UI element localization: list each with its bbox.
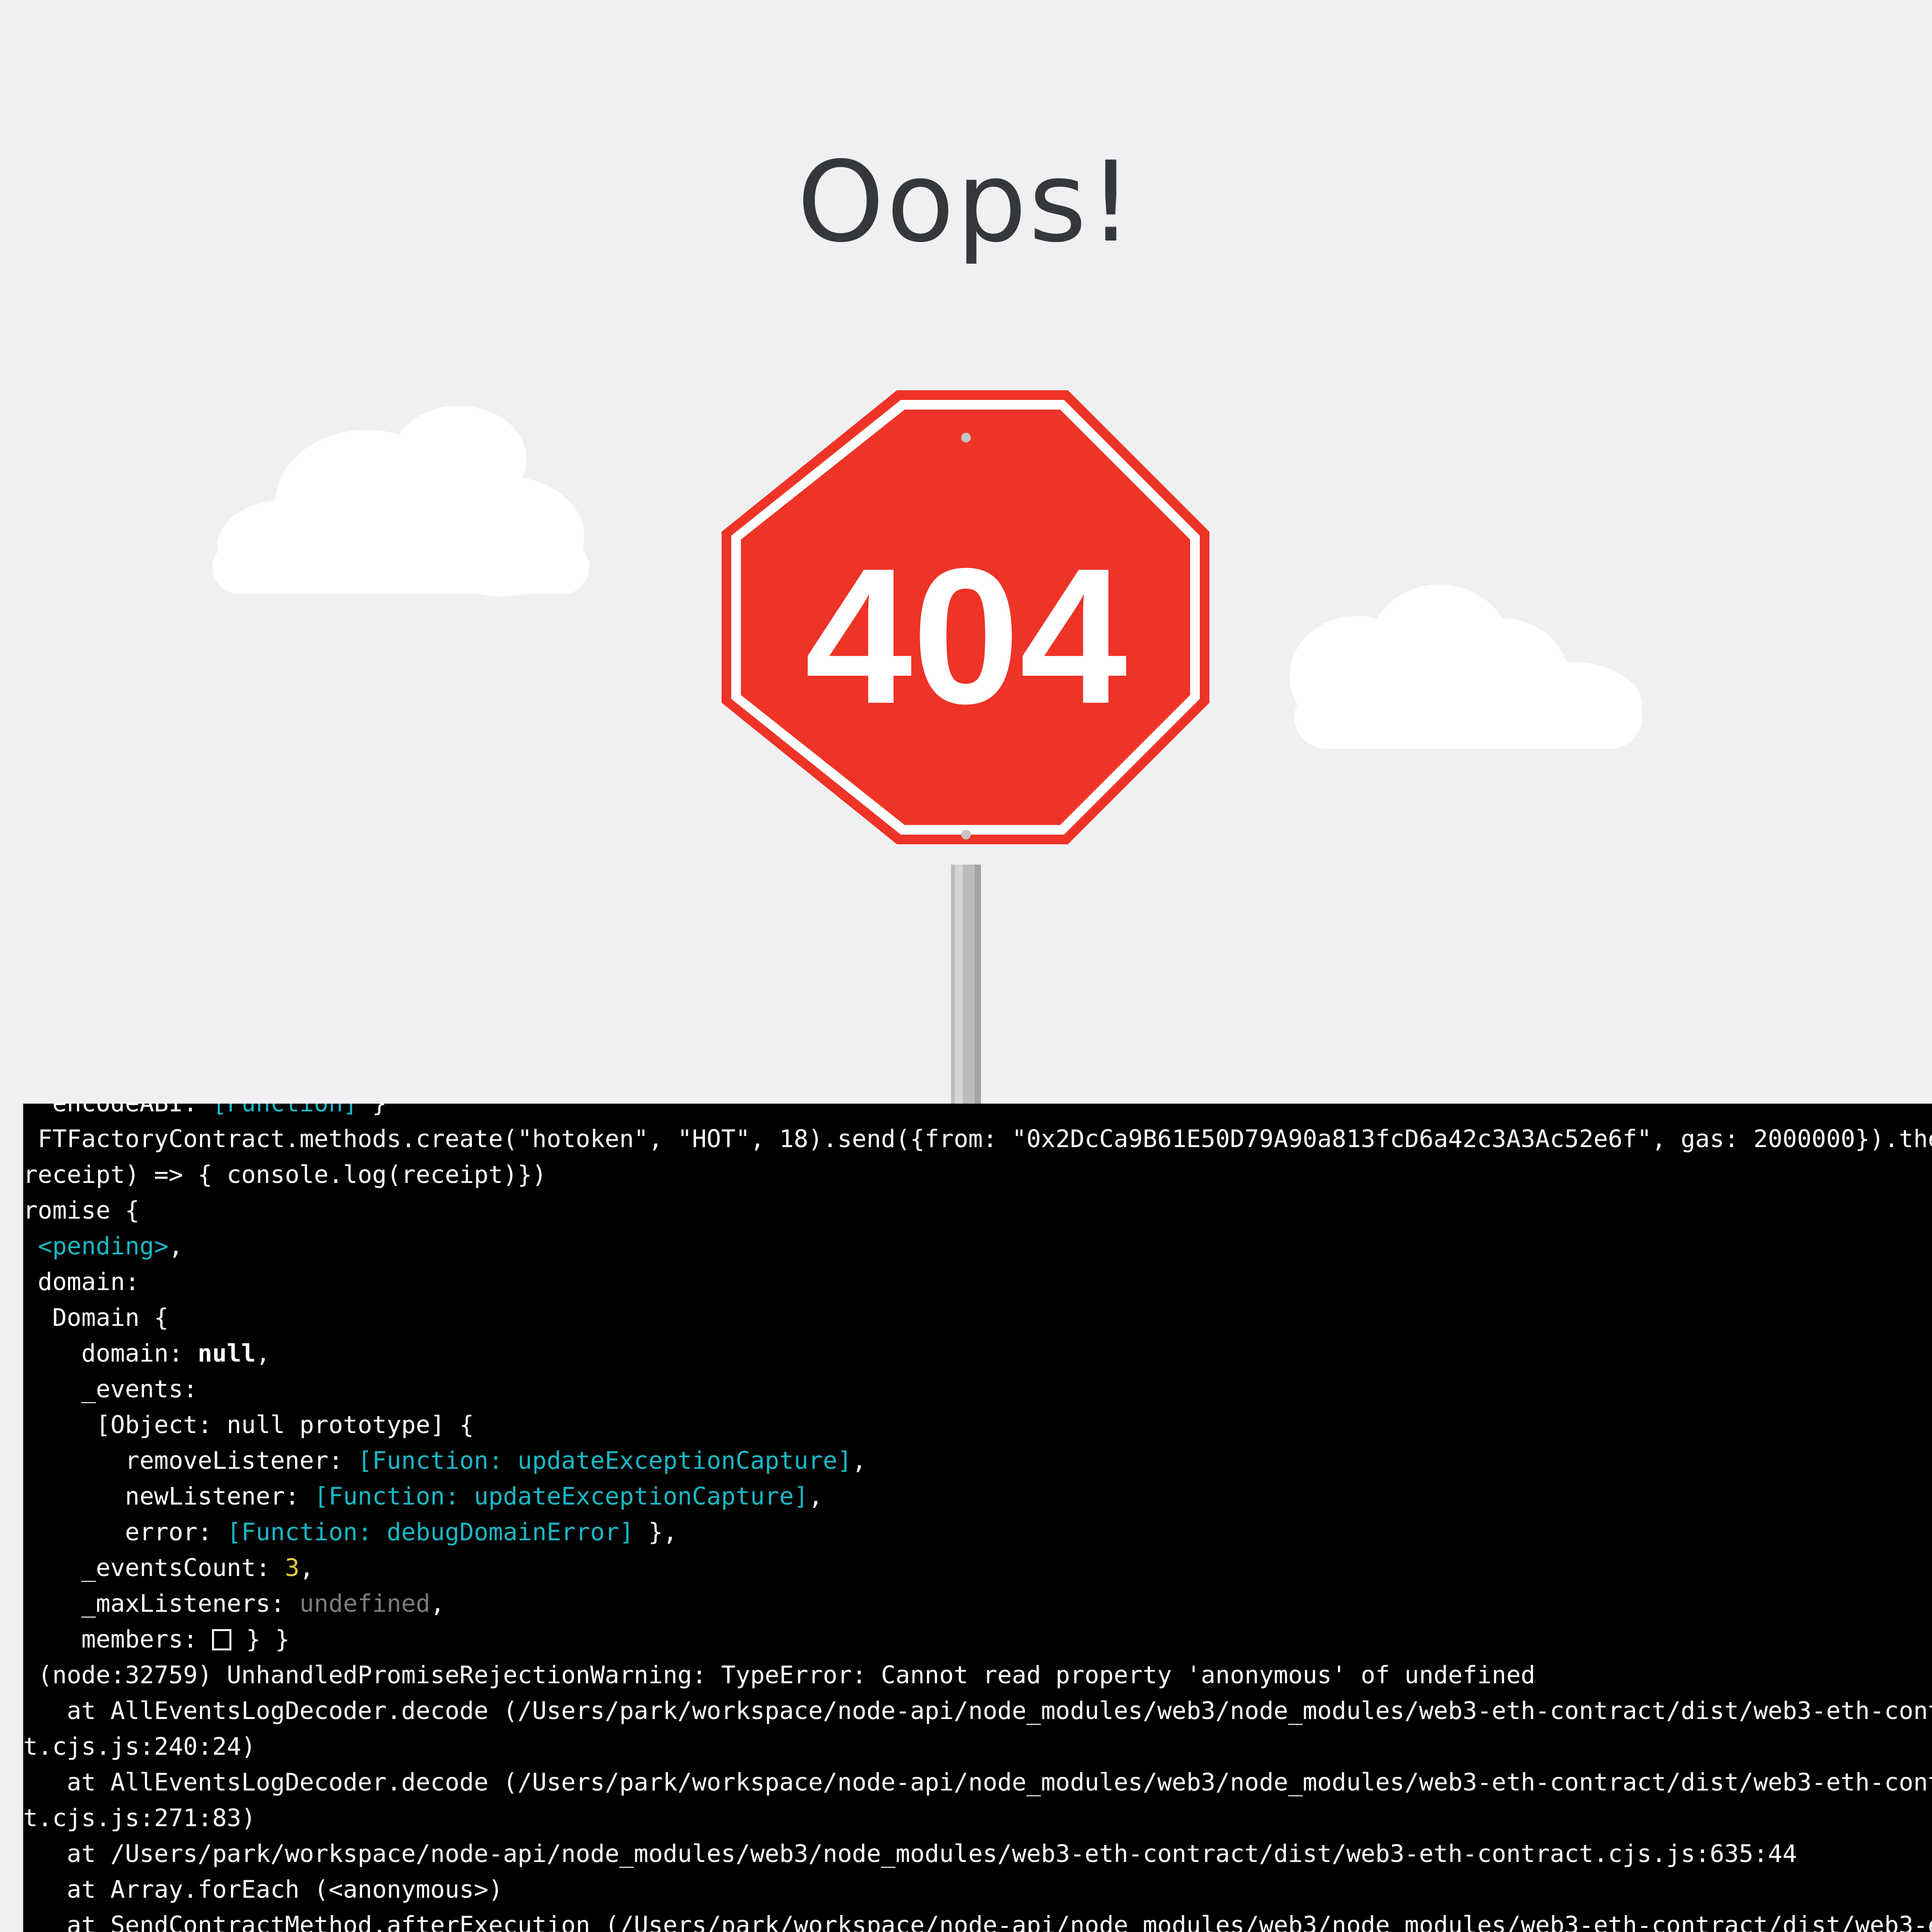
terminal-text: at AllEventsLogDecoder.decode (/Users/pa… (23, 1697, 1932, 1725)
terminal-text: , (299, 1554, 314, 1582)
terminal-line: error: [Function: debugDomainError] }, (23, 1514, 1932, 1550)
terminal-text: _events: (23, 1375, 198, 1403)
terminal-line: at AllEventsLogDecoder.decode (/Users/pa… (23, 1764, 1932, 1800)
terminal-cyan-text: <pending> (38, 1232, 169, 1260)
sign-404-text: 404 (805, 528, 1128, 744)
screenshot-root: Oops! 404 FTFactoryContract.methods.crea… (0, 0, 1932, 1932)
terminal-text: , (169, 1232, 184, 1260)
terminal-text: [Object: null prototype] { (23, 1411, 474, 1439)
sign-bolt-top (961, 433, 971, 442)
terminal-text: newListener: (23, 1482, 314, 1510)
terminal-line: encodeABI: [Function] } (23, 1104, 1932, 1121)
terminal-line: at SendContractMethod.afterExecution (/U… (23, 1907, 1932, 1932)
terminal-yellow-text: 3 (284, 1554, 299, 1582)
terminal-line: at Array.forEach (<anonymous>) (23, 1872, 1932, 1907)
terminal-text: _eventsCount: (23, 1554, 285, 1582)
page-heading: Oops! (797, 138, 1135, 267)
terminal-cyan-text: [Function: updateExceptionCapture] (314, 1482, 809, 1510)
terminal-line: domain: null, (23, 1335, 1932, 1371)
terminal-cyan-text: [Function: debugDomainError] (227, 1518, 634, 1546)
cloud-icon (213, 406, 589, 597)
terminal-line: members: } } (23, 1621, 1932, 1657)
terminal-line: _maxListeners: undefined, (23, 1586, 1932, 1621)
terminal-cyan-text: [Function] (212, 1104, 357, 1117)
terminal-text: domain: (23, 1339, 198, 1367)
terminal-text: , (430, 1590, 445, 1618)
terminal-text: }, (634, 1518, 678, 1546)
terminal-line: FTFactoryContract.methods.create("hotoke… (23, 1121, 1932, 1157)
terminal-text: Domain { (23, 1304, 169, 1332)
terminal-line: newListener: [Function: updateExceptionC… (23, 1478, 1932, 1514)
stop-sign-icon: 404 (722, 390, 1209, 1111)
terminal-text: , (256, 1339, 270, 1367)
terminal-line: romise { (23, 1193, 1932, 1228)
terminal-text: members: (23, 1625, 213, 1653)
terminal-text: domain: (23, 1268, 140, 1296)
terminal-line: t.cjs.js:240:24) (23, 1729, 1932, 1764)
terminal-text: removeListener: (23, 1447, 358, 1475)
terminal-text: , (852, 1447, 867, 1475)
terminal-text: } } (231, 1625, 290, 1653)
terminal-text: t.cjs.js:271:83) (23, 1804, 256, 1832)
terminal-text: FTFactoryContract.methods.create("hotoke… (23, 1125, 1932, 1153)
terminal-line: _eventsCount: 3, (23, 1550, 1932, 1586)
terminal-text: at SendContractMethod.afterExecution (/U… (23, 1911, 1932, 1932)
terminal-line: at /Users/park/workspace/node-api/node_m… (23, 1836, 1932, 1872)
terminal-text: encodeABI: (23, 1104, 212, 1117)
terminal-output: encodeABI: [Function] } FTFactoryContrac… (23, 1104, 1932, 1932)
terminal-line: [Object: null prototype] { (23, 1407, 1932, 1443)
terminal-text: (node:32759) UnhandledPromiseRejectionWa… (23, 1661, 1535, 1689)
terminal-text: t.cjs.js:240:24) (23, 1733, 256, 1761)
terminal-grey-text: undefined (299, 1590, 430, 1618)
terminal-text: } (357, 1104, 386, 1117)
cloud-icon (1290, 584, 1642, 749)
terminal-line: <pending>, (23, 1228, 1932, 1264)
terminal-line: at AllEventsLogDecoder.decode (/Users/pa… (23, 1693, 1932, 1729)
terminal-text: at /Users/park/workspace/node-api/node_m… (23, 1840, 1797, 1868)
terminal-text: at AllEventsLogDecoder.decode (/Users/pa… (23, 1768, 1932, 1796)
terminal-cyan-text: [Function: updateExceptionCapture] (357, 1447, 852, 1475)
terminal-line: domain: (23, 1264, 1932, 1300)
terminal-text: at Array.forEach (<anonymous>) (23, 1875, 503, 1904)
terminal-line: receipt) => { console.log(receipt)}) (23, 1157, 1932, 1193)
terminal-text: , (808, 1482, 823, 1510)
sign-bolt-bottom (961, 830, 971, 839)
terminal-line: _events: (23, 1371, 1932, 1407)
terminal-text: error: (23, 1518, 227, 1546)
error-404-page: Oops! 404 (0, 0, 1932, 1111)
terminal-line: Domain { (23, 1300, 1932, 1335)
terminal-line: removeListener: [Function: updateExcepti… (23, 1443, 1932, 1478)
empty-array-glyph (212, 1629, 232, 1650)
terminal-text: receipt) => { console.log(receipt)}) (23, 1161, 547, 1189)
terminal-text: romise { (23, 1196, 140, 1224)
terminal-text: _maxListeners: (23, 1590, 299, 1618)
terminal-lines: encodeABI: [Function] } FTFactoryContrac… (23, 1104, 1932, 1932)
terminal-line: (node:32759) UnhandledPromiseRejectionWa… (23, 1657, 1932, 1693)
terminal-line: t.cjs.js:271:83) (23, 1800, 1932, 1836)
terminal-bold-text: null (198, 1339, 256, 1367)
